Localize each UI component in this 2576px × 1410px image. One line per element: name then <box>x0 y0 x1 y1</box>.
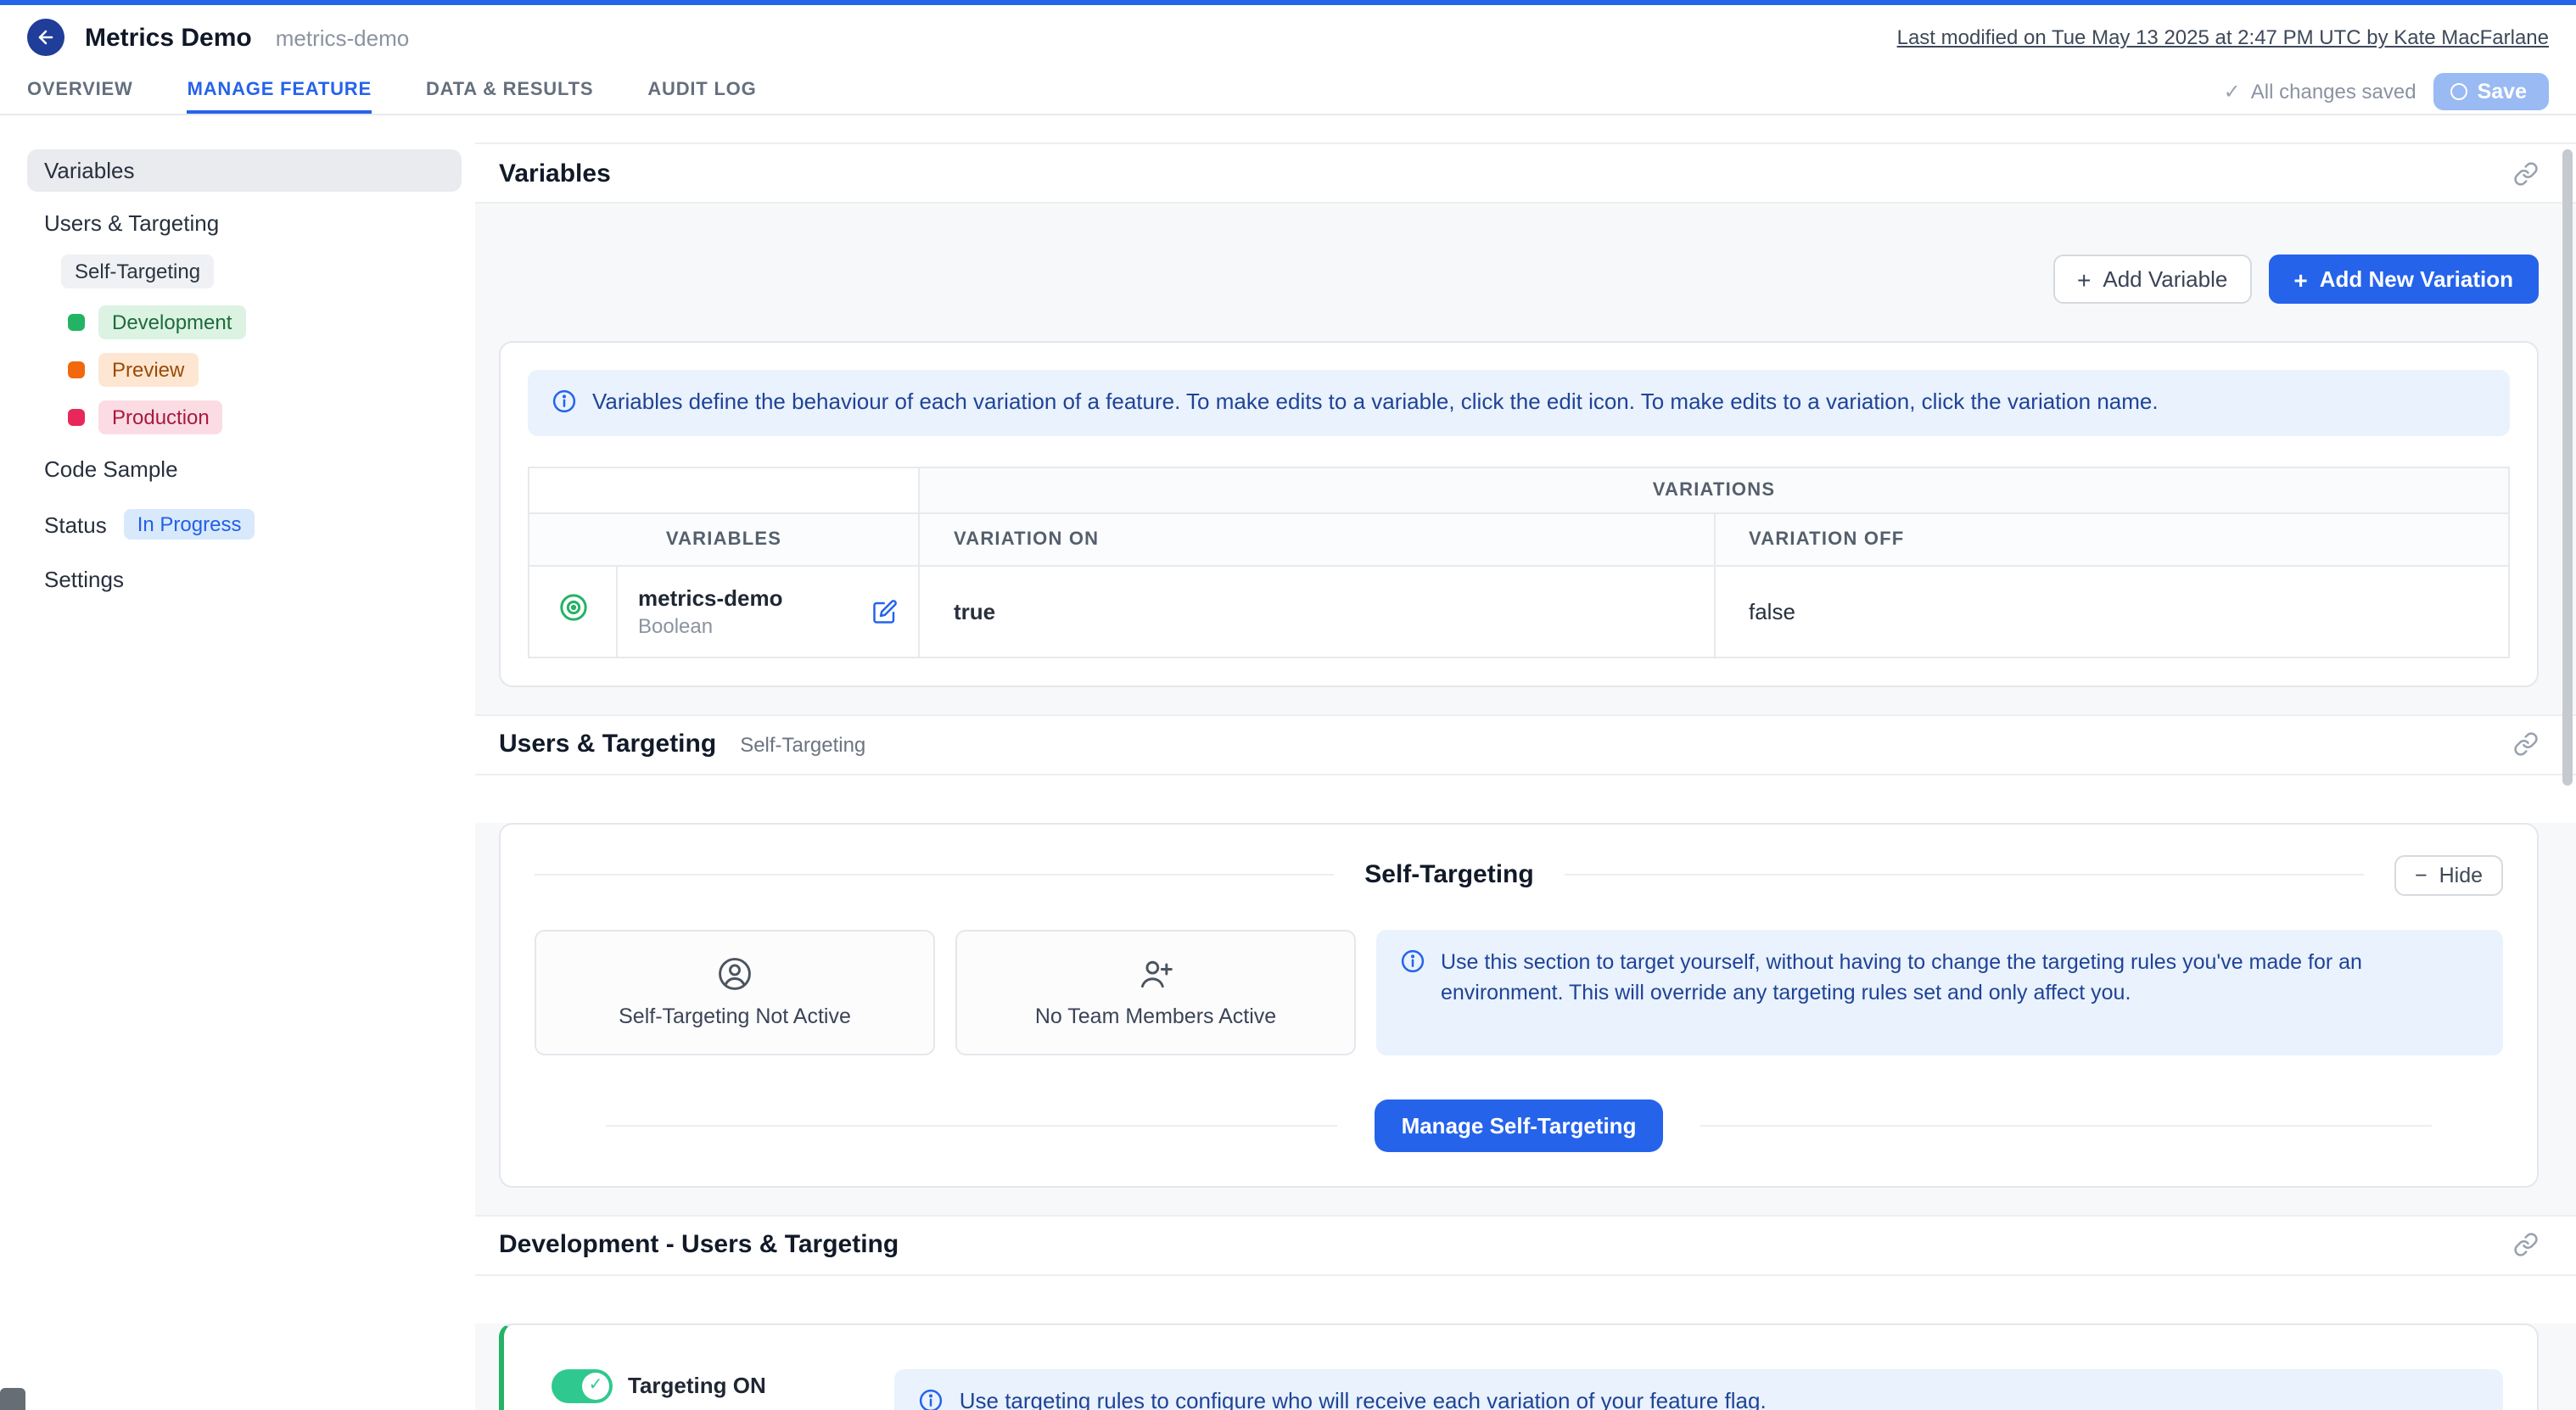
self-targeting-status-box: Self-Targeting Not Active <box>535 930 935 1055</box>
self-targeting-card-title: Self-Targeting <box>1364 861 1533 890</box>
self-targeting-section-body: Self-Targeting − Hide Self-Targeting Not… <box>475 823 2576 1215</box>
add-variable-button[interactable]: + Add Variable <box>2053 255 2251 304</box>
save-status: ✓ All changes saved <box>2224 80 2416 104</box>
plus-icon: + <box>2293 267 2307 291</box>
arrow-left-icon <box>36 27 56 48</box>
users-targeting-section-title: Users & Targeting <box>499 730 716 759</box>
users-targeting-section-header: Users & Targeting Self-Targeting <box>475 714 2576 775</box>
variation-on-value: true <box>919 566 1714 657</box>
development-info-text: Use targeting rules to configure who wil… <box>960 1386 1767 1410</box>
variables-info-text: Variables define the behaviour of each v… <box>592 387 2159 419</box>
sidebar-item-variables[interactable]: Variables <box>27 149 462 192</box>
variables-card: Variables define the behaviour of each v… <box>499 341 2539 687</box>
variation-off-column-header: VARIATION OFF <box>1714 513 2509 566</box>
edit-icon <box>872 599 898 624</box>
vertical-scrollbar[interactable] <box>2562 149 2573 786</box>
sidebar: Variables Users & Targeting Self-Targeti… <box>0 115 475 1410</box>
variations-group-header: VARIATIONS <box>919 467 2509 513</box>
team-members-status-label: No Team Members Active <box>1035 1005 1276 1029</box>
preview-color-square <box>68 361 85 378</box>
info-icon <box>552 389 577 414</box>
variation-off-value: false <box>1714 566 2509 657</box>
development-section-body: ✓ Targeting ON Use targeting rules to co… <box>475 1323 2576 1410</box>
sidebar-item-development[interactable]: Development <box>68 305 462 339</box>
tab-data-results[interactable]: DATA & RESULTS <box>426 70 593 114</box>
page-title: Metrics Demo <box>85 23 252 52</box>
save-button[interactable]: Save <box>2433 73 2549 110</box>
bottom-left-widget[interactable] <box>0 1388 25 1410</box>
variables-info-banner: Variables define the behaviour of each v… <box>528 370 2510 436</box>
info-icon <box>1400 948 1425 974</box>
back-button[interactable] <box>27 19 64 56</box>
last-modified-text[interactable]: Last modified on Tue May 13 2025 at 2:47… <box>1897 25 2549 49</box>
development-color-square <box>68 314 85 331</box>
tab-overview[interactable]: OVERVIEW <box>27 70 133 114</box>
production-label: Production <box>98 400 223 434</box>
sidebar-item-settings[interactable]: Settings <box>27 558 462 601</box>
targeting-toggle[interactable]: ✓ <box>552 1369 613 1403</box>
minus-icon: − <box>2415 864 2428 887</box>
preview-label: Preview <box>98 353 198 387</box>
tab-bar: OVERVIEW MANAGE FEATURE DATA & RESULTS A… <box>0 70 2576 115</box>
plus-icon: + <box>2077 267 2091 291</box>
check-icon: ✓ <box>2224 80 2241 104</box>
variation-on-column-header: VARIATION ON <box>919 513 1714 566</box>
save-status-label: All changes saved <box>2251 80 2416 104</box>
add-new-variation-button[interactable]: + Add New Variation <box>2268 255 2539 304</box>
sidebar-item-preview[interactable]: Preview <box>68 353 462 387</box>
divider <box>1700 1125 2432 1127</box>
hide-button[interactable]: − Hide <box>2394 855 2503 896</box>
development-label: Development <box>98 305 245 339</box>
variables-section-title: Variables <box>499 159 611 187</box>
tab-audit-log[interactable]: AUDIT LOG <box>647 70 756 114</box>
app-window: Metrics Demo metrics-demo Last modified … <box>0 0 2576 1410</box>
self-targeting-info-text: Use this section to target yourself, wit… <box>1441 947 2479 1009</box>
variables-section-header: Variables <box>475 143 2576 204</box>
tab-manage-feature[interactable]: MANAGE FEATURE <box>188 70 372 114</box>
team-members-status-box: No Team Members Active <box>955 930 1356 1055</box>
development-section-header: Development - Users & Targeting <box>475 1215 2576 1276</box>
development-link-icon[interactable] <box>2513 1233 2539 1258</box>
variable-name: metrics-demo <box>638 585 783 611</box>
edit-variable-button[interactable] <box>872 599 898 624</box>
save-circle-icon <box>2450 83 2467 100</box>
sidebar-item-status[interactable]: Status In Progress <box>27 501 462 548</box>
user-plus-icon <box>1137 956 1174 993</box>
variables-section-body: + Add Variable + Add New Variation Varia… <box>475 204 2576 714</box>
variable-target-icon <box>556 590 590 624</box>
status-badge: In Progress <box>124 509 255 540</box>
app-header: Metrics Demo metrics-demo Last modified … <box>0 5 2576 70</box>
main-content: Variables + Add Variable + Add New Varia… <box>475 115 2576 1410</box>
self-targeting-status-label: Self-Targeting Not Active <box>619 1005 851 1029</box>
sidebar-item-production[interactable]: Production <box>68 400 462 434</box>
development-targeting-card: ✓ Targeting ON Use targeting rules to co… <box>499 1323 2539 1410</box>
self-targeting-card: Self-Targeting − Hide Self-Targeting Not… <box>499 823 2539 1188</box>
feature-key: metrics-demo <box>276 25 410 50</box>
sidebar-item-self-targeting[interactable]: Self-Targeting <box>61 255 214 288</box>
table-row: metrics-demo Boolean true false <box>529 566 2509 657</box>
manage-self-targeting-button[interactable]: Manage Self-Targeting <box>1375 1099 1664 1152</box>
divider <box>1565 875 2364 876</box>
development-section-title: Development - Users & Targeting <box>499 1231 899 1260</box>
users-targeting-link-icon[interactable] <box>2513 732 2539 758</box>
info-icon <box>919 1388 944 1410</box>
production-color-square <box>68 409 85 426</box>
divider <box>535 875 1334 876</box>
targeting-toggle-label: Targeting ON <box>628 1374 766 1399</box>
user-circle-icon <box>716 956 753 993</box>
toggle-check-icon: ✓ <box>582 1373 609 1400</box>
variables-link-icon[interactable] <box>2513 160 2539 186</box>
development-info-banner: Use targeting rules to configure who wil… <box>895 1369 2503 1410</box>
users-targeting-section-subtitle: Self-Targeting <box>740 733 865 757</box>
variables-column-header: VARIABLES <box>529 513 919 566</box>
divider <box>606 1125 1337 1127</box>
variable-type: Boolean <box>638 614 783 638</box>
self-targeting-info-banner: Use this section to target yourself, wit… <box>1376 930 2503 1055</box>
sidebar-item-users-targeting[interactable]: Users & Targeting <box>27 202 462 244</box>
status-label: Status <box>44 512 107 537</box>
variables-table: VARIATIONS VARIABLES VARIATION ON VARIAT… <box>528 467 2510 658</box>
sidebar-item-code-sample[interactable]: Code Sample <box>27 448 462 490</box>
